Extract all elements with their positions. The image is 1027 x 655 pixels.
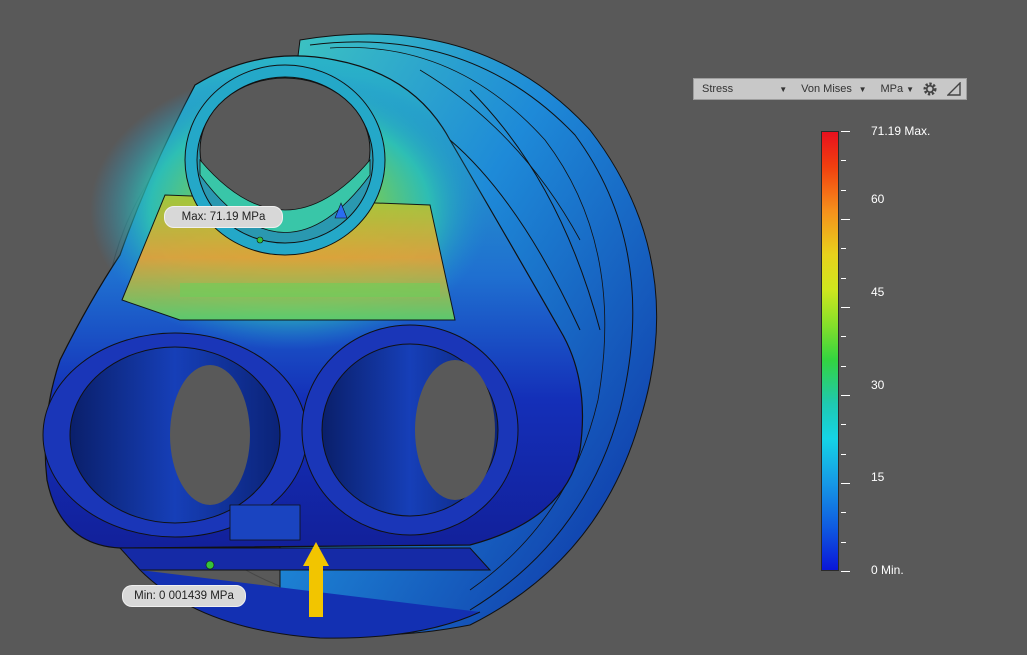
legend-tick [841,307,850,308]
chevron-down-icon: ▼ [906,84,915,94]
legend-label-30: 30 [871,378,885,392]
color-scale-bar [821,131,839,571]
legend-tick [841,365,846,367]
gear-icon[interactable] [918,79,942,99]
result-type-dropdown[interactable]: Stress ▼ [694,79,793,99]
legend-tick [841,571,850,572]
legend-tick [841,277,846,279]
left-hole [170,365,250,505]
chevron-down-icon: ▼ [779,84,788,94]
min-value-callout: Min: 0 001439 MPa [122,585,246,607]
legend-label-45: 45 [871,285,885,299]
legend-label-15: 15 [871,470,885,484]
legend-tick [841,160,846,162]
chevron-down-icon: ▼ [858,84,867,94]
legend-tick [841,248,846,250]
legend-tick [841,336,846,338]
max-value-callout: Max: 71.19 MPa [164,206,283,228]
legend-tick [841,131,850,132]
criteria-label: Von Mises [801,83,852,95]
legend-tick [841,424,846,426]
units-dropdown[interactable]: MPa ▼ [872,79,918,99]
legend-tick [841,219,850,220]
legend-label-max: 71.19 Max. [871,124,931,138]
legend-tick [841,189,846,191]
stress-legend: 71.19 Max. 60 45 30 15 0 Min. [815,120,975,580]
criteria-dropdown[interactable]: Von Mises ▼ [793,79,872,99]
min-marker [205,560,215,570]
legend-label-60: 60 [871,192,885,206]
triangle-ruler-icon[interactable] [942,79,966,99]
result-toolbar: Stress ▼ Von Mises ▼ MPa ▼ [693,78,967,100]
legend-label-min: 0 Min. [871,563,904,577]
legend-tick [841,453,846,455]
legend-tick [841,512,846,514]
legend-tick [841,395,850,396]
legend-tick [841,541,846,543]
legend-tick [841,483,850,484]
units-label: MPa [880,83,904,95]
right-hole [415,360,495,500]
result-type-label: Stress [702,83,734,95]
